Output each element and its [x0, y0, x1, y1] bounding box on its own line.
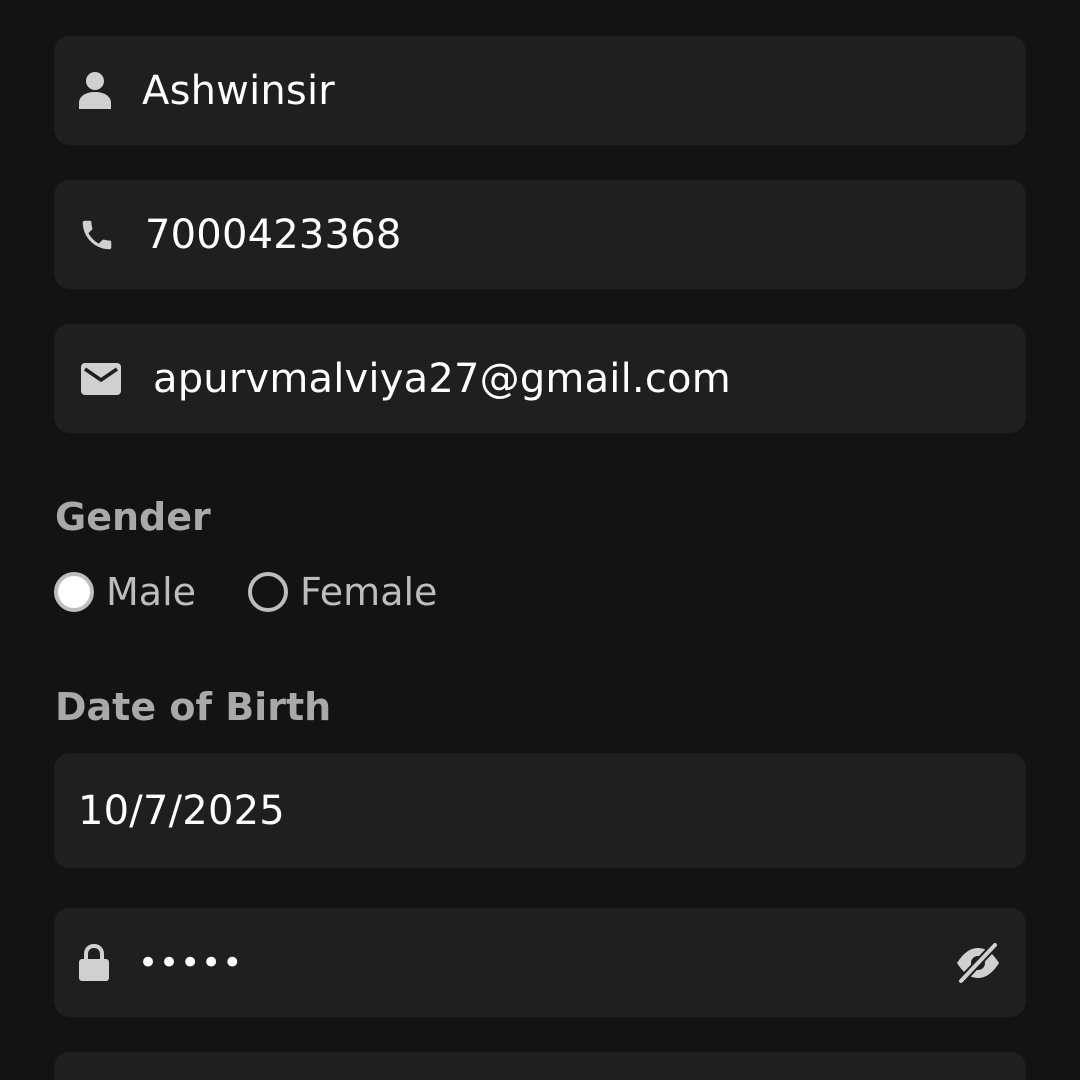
- email-field[interactable]: apurvmalviya27@gmail.com: [54, 324, 1026, 433]
- password-field[interactable]: •••••: [54, 908, 1026, 1017]
- dob-label: Date of Birth: [55, 685, 332, 729]
- person-icon: [78, 71, 112, 111]
- female-radio[interactable]: [248, 572, 289, 612]
- phone-field[interactable]: 7000423368: [54, 180, 1026, 289]
- email-value: apurvmalviya27@gmail.com: [153, 355, 731, 402]
- eye-off-icon[interactable]: [954, 940, 1002, 985]
- gender-radio-group: Male Female: [54, 570, 437, 614]
- mail-icon: [80, 361, 122, 397]
- male-label: Male: [106, 570, 197, 614]
- male-radio[interactable]: [54, 572, 94, 612]
- dob-value: 10/7/2025: [78, 787, 285, 834]
- gender-option-female[interactable]: Female: [248, 570, 437, 614]
- phone-icon: [78, 216, 116, 254]
- dob-field[interactable]: 10/7/2025: [54, 753, 1026, 868]
- female-label: Female: [300, 570, 438, 614]
- name-value: Ashwinsir: [142, 67, 335, 114]
- gender-option-male[interactable]: Male: [54, 570, 196, 614]
- name-field[interactable]: Ashwinsir: [54, 36, 1026, 145]
- phone-value: 7000423368: [145, 211, 402, 258]
- password-value: •••••: [138, 942, 244, 983]
- lock-icon: [78, 943, 110, 983]
- next-field[interactable]: [54, 1052, 1026, 1080]
- gender-label: Gender: [55, 495, 211, 539]
